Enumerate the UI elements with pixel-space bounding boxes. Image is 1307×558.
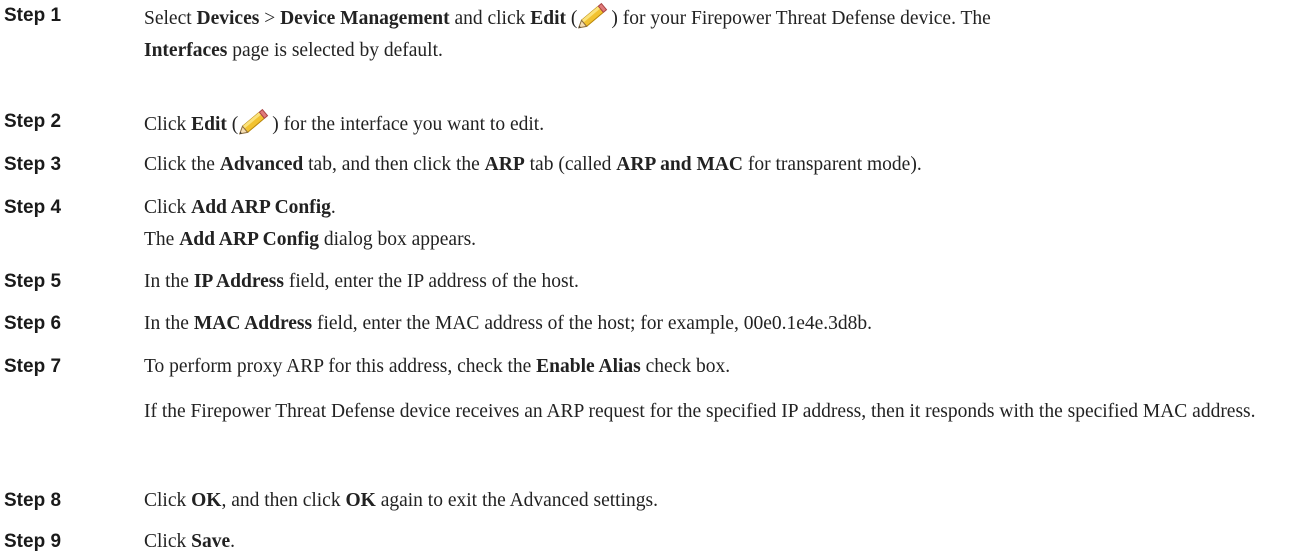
step-text: dialog box appears.: [319, 229, 477, 250]
step-text: The: [144, 229, 180, 250]
step-text: field, enter the MAC address of the host…: [312, 313, 873, 334]
step-text-bold: Edit: [530, 8, 567, 29]
step-text-bold: Interfaces: [144, 40, 228, 61]
step-body: In the MAC Address field, enter the MAC …: [144, 308, 1304, 340]
pencil-icon: [577, 0, 611, 30]
step-text-bold: Device Management: [280, 8, 450, 29]
step-text-bold: Edit: [191, 114, 227, 135]
step-text: Click: [144, 197, 192, 218]
step-label: Step 1: [4, 5, 62, 26]
step-text: tab, and then click the: [303, 154, 485, 175]
step-body: In the IP Address field, enter the IP ad…: [144, 266, 1304, 298]
step-text-bold: Add ARP Config: [191, 197, 331, 218]
step-text: field, enter the IP address of the host.: [283, 271, 579, 292]
step-text: check box.: [640, 356, 731, 377]
step-text: again to exit the Advanced settings.: [375, 490, 658, 511]
step-text: Select: [144, 8, 197, 29]
step-text-bold: Save: [191, 531, 231, 552]
step-body: Select Devices > Device Management and c…: [144, 0, 1304, 67]
step-label: Step 8: [4, 490, 62, 511]
step-label: Step 3: [4, 154, 62, 175]
step-text: Click: [144, 114, 192, 135]
step-text-bold: Add ARP Config: [179, 229, 319, 250]
step-text-bold: OK: [191, 490, 222, 511]
step-body: To perform proxy ARP for this address, c…: [144, 351, 1304, 428]
step-text-bold: Advanced: [219, 154, 304, 175]
step-text: In the: [144, 271, 194, 292]
step-text: and click: [449, 8, 531, 29]
step-text-bold: MAC Address: [193, 313, 313, 334]
step-text: , and then click: [221, 490, 346, 511]
step-note: If the Firepower Threat Defense device r…: [144, 401, 1256, 422]
step-text: Click: [144, 531, 192, 552]
step-text-bold: OK: [345, 490, 376, 511]
step-text-bold: ARP and MAC: [616, 154, 744, 175]
step-text-bold: ARP: [484, 154, 525, 175]
step-body: Click Save.: [144, 526, 1304, 558]
step-label: Step 2: [4, 111, 62, 132]
step-body: Click Edit ( ) for the interface you want…: [144, 106, 1304, 141]
step-text: In the: [144, 313, 194, 334]
step-text-bold: Enable Alias: [536, 356, 641, 377]
step-text: To perform proxy ARP for this address, c…: [144, 356, 537, 377]
step-body: Click Add ARP Config. The Add ARP Config…: [144, 192, 1304, 256]
step-text: page is selected by default.: [227, 40, 443, 61]
step-text: ) for your Firepower Threat Defense devi…: [611, 8, 991, 29]
step-text: .: [230, 531, 235, 552]
step-text: (: [566, 8, 578, 29]
step-label: Step 9: [4, 531, 62, 552]
step-text: tab (called: [524, 154, 617, 175]
step-body: Click OK, and then click OK again to exi…: [144, 485, 1304, 517]
step-text: for transparent mode).: [743, 154, 922, 175]
step-text-bold: Devices: [196, 8, 260, 29]
step-text: ) for the interface you want to edit.: [272, 114, 545, 135]
step-text: >: [259, 8, 281, 29]
step-text-bold: IP Address: [193, 271, 284, 292]
step-text: .: [330, 197, 336, 218]
step-text: Click the: [144, 154, 220, 175]
step-label: Step 4: [4, 197, 62, 218]
step-label: Step 6: [4, 313, 62, 334]
step-label: Step 5: [4, 271, 62, 292]
step-body: Click the Advanced tab, and then click t…: [144, 149, 1304, 181]
step-label: Step 7: [4, 356, 62, 377]
step-text: Click: [144, 490, 192, 511]
pencil-icon: [238, 106, 272, 136]
step-text: (: [226, 114, 239, 135]
